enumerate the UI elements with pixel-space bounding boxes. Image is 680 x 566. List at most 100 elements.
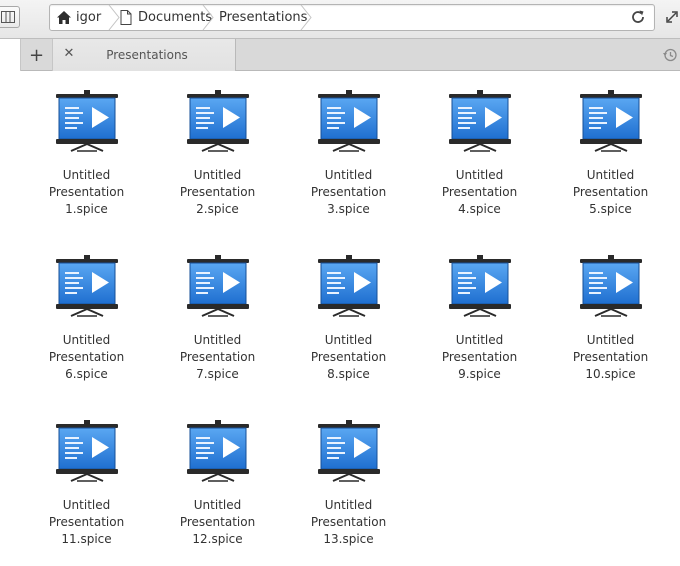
file-name: Untitled Presentation 7.spice [163,332,273,383]
file-name: Untitled Presentation 3.spice [294,167,404,218]
presentation-file-icon [579,90,642,152]
reload-icon[interactable] [630,9,646,25]
breadcrumb-label: Documents [138,10,213,25]
icon-grid: Untitled Presentation 1.spice Untitled P… [20,71,680,566]
presentation-file-icon [317,420,380,482]
breadcrumb-label: Presentations [219,10,308,25]
history-icon[interactable] [662,47,678,63]
file-name: Untitled Presentation 12.spice [163,497,273,548]
file-name-line: 11.spice [61,532,112,546]
file-name-line: Untitled [62,168,111,182]
file-item[interactable]: Untitled Presentation 12.spice [152,401,283,566]
file-name: Untitled Presentation 11.spice [32,497,142,548]
presentation-file-icon [55,420,118,482]
tab-presentations[interactable]: ✕ Presentations [53,39,236,71]
location-bar[interactable]: igor Documents Presentations [49,4,655,31]
presentation-file-icon [186,420,249,482]
file-name-line: 4.spice [458,202,501,216]
file-name-line: 8.spice [327,367,370,381]
file-name-line: Presentation [572,350,649,364]
file-name-line: Untitled [455,168,504,182]
breadcrumb-presentations[interactable]: Presentations [219,5,307,30]
file-name-line: Presentation [48,185,125,199]
presentation-file-icon [448,90,511,152]
view-mode-button[interactable] [0,6,20,28]
file-name-line: 1.spice [65,202,108,216]
file-name: Untitled Presentation 2.spice [163,167,273,218]
file-name-line: Untitled [324,168,373,182]
file-name: Untitled Presentation 6.spice [32,332,142,383]
file-name-line: Untitled [193,168,242,182]
file-name-line: Untitled [62,498,111,512]
presentation-file-icon [186,255,249,317]
fullscreen-icon[interactable] [664,9,680,25]
tab-bar: + ✕ Presentations [0,38,680,71]
breadcrumb-home[interactable]: igor [56,5,101,30]
home-icon [57,11,71,24]
file-name-line: Presentation [179,350,256,364]
file-name-line: Presentation [310,515,387,529]
file-name-line: Untitled [455,333,504,347]
breadcrumb-separator [300,5,312,30]
presentation-file-icon [448,255,511,317]
file-name-line: Untitled [324,498,373,512]
file-name-line: Untitled [193,498,242,512]
presentation-file-icon [186,90,249,152]
new-tab-button[interactable]: + [20,39,53,71]
file-name-line: 13.spice [323,532,374,546]
file-name: Untitled Presentation 13.spice [294,497,404,548]
file-name-line: 6.spice [65,367,108,381]
presentation-file-icon [55,255,118,317]
file-item[interactable]: Untitled Presentation 4.spice [414,71,545,236]
document-icon [120,10,132,25]
presentation-file-icon [317,90,380,152]
file-name-line: Presentation [179,515,256,529]
file-name-line: Presentation [441,185,518,199]
file-name: Untitled Presentation 9.spice [425,332,535,383]
file-view[interactable]: Untitled Presentation 1.spice Untitled P… [20,71,680,563]
file-name: Untitled Presentation 5.spice [556,167,666,218]
breadcrumb-label: igor [76,10,102,25]
file-name-line: Presentation [310,350,387,364]
file-item[interactable]: Untitled Presentation 6.spice [21,236,152,401]
file-name: Untitled Presentation 10.spice [556,332,666,383]
file-item[interactable]: Untitled Presentation 2.spice [152,71,283,236]
file-item[interactable]: Untitled Presentation 7.spice [152,236,283,401]
file-name: Untitled Presentation 1.spice [32,167,142,218]
file-name: Untitled Presentation 8.spice [294,332,404,383]
file-name-line: Untitled [62,333,111,347]
sidebar-edge [0,39,20,71]
file-item[interactable]: Untitled Presentation 11.spice [21,401,152,566]
file-name-line: Presentation [48,515,125,529]
file-name-line: 3.spice [327,202,370,216]
presentation-file-icon [317,255,380,317]
file-item[interactable]: Untitled Presentation 9.spice [414,236,545,401]
file-item[interactable]: Untitled Presentation 8.spice [283,236,414,401]
file-item[interactable]: Untitled Presentation 13.spice [283,401,414,566]
presentation-file-icon [55,90,118,152]
file-name-line: Untitled [586,333,635,347]
file-name-line: Untitled [586,168,635,182]
tab-label: Presentations [106,48,188,62]
breadcrumb-documents[interactable]: Documents [120,5,212,30]
presentation-file-icon [579,255,642,317]
breadcrumb-separator [202,5,214,30]
columns-view-icon [1,11,15,23]
breadcrumb-separator [108,5,120,30]
file-item[interactable]: Untitled Presentation 10.spice [545,236,676,401]
file-item[interactable]: Untitled Presentation 3.spice [283,71,414,236]
file-name-line: 5.spice [589,202,632,216]
file-name-line: Presentation [572,185,649,199]
file-item[interactable]: Untitled Presentation 1.spice [21,71,152,236]
file-item[interactable]: Untitled Presentation 5.spice [545,71,676,236]
file-name-line: 9.spice [458,367,501,381]
close-tab-icon[interactable]: ✕ [62,47,76,61]
file-name-line: Presentation [179,185,256,199]
file-name-line: 12.spice [192,532,243,546]
file-name-line: Presentation [48,350,125,364]
file-name-line: 10.spice [585,367,636,381]
file-name-line: Untitled [324,333,373,347]
file-name-line: Presentation [310,185,387,199]
plus-icon: + [28,44,45,66]
file-name-line: Presentation [441,350,518,364]
